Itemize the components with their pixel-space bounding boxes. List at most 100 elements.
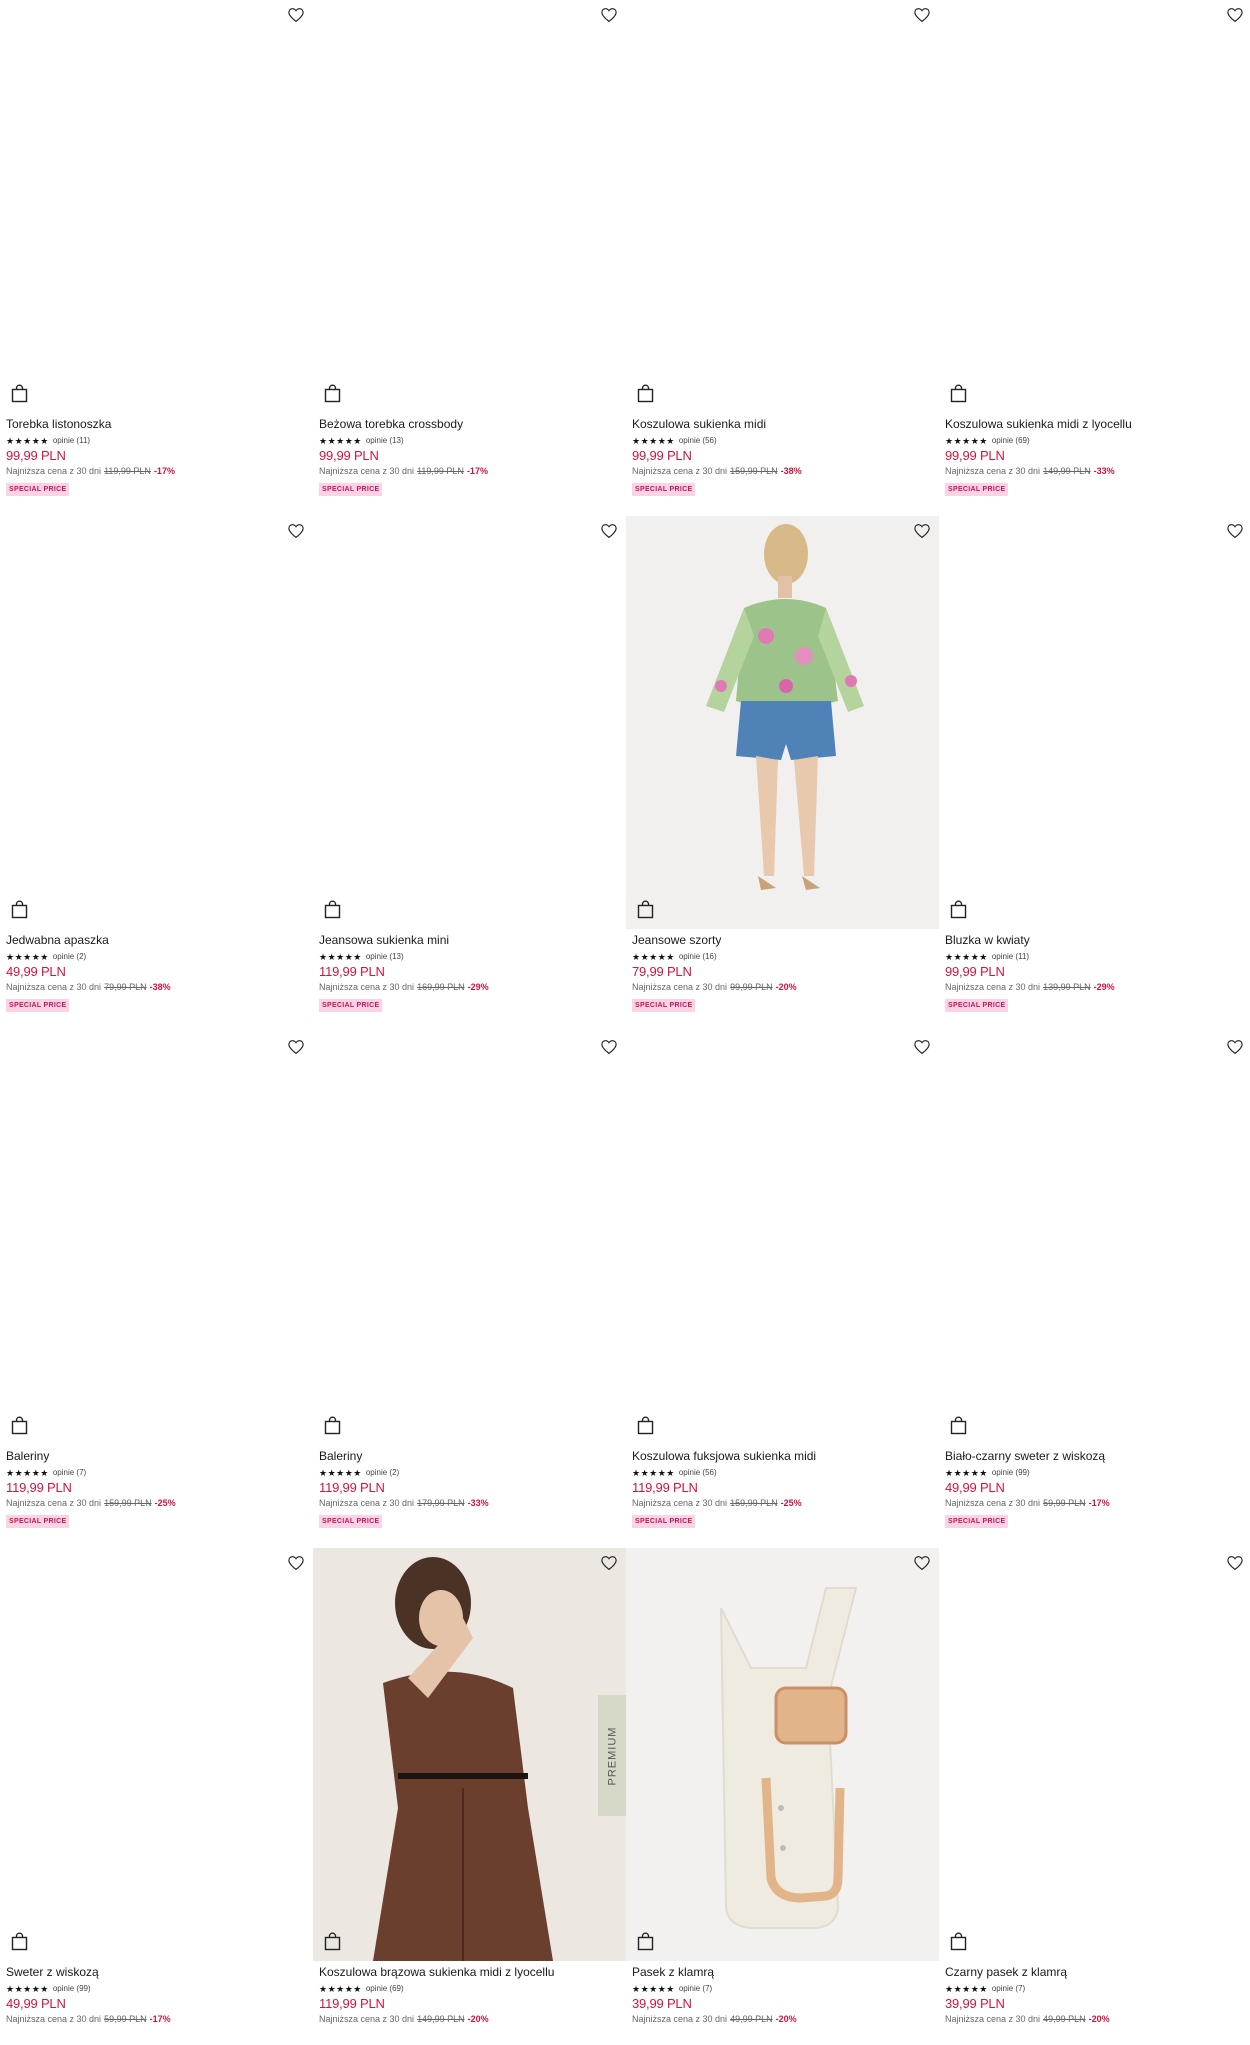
product-card[interactable]: Czarny pasek z klamrą ★★★★★ opinie (7) 3… [939, 1548, 1250, 2045]
product-name[interactable]: Koszulowa sukienka midi z lyocellu [945, 417, 1246, 433]
product-card[interactable]: Koszulowa sukienka midi ★★★★★ opinie (56… [626, 0, 939, 516]
heart-icon[interactable] [600, 1554, 618, 1572]
shopping-bag-icon[interactable] [324, 1932, 341, 1951]
product-card[interactable]: Baleriny ★★★★★ opinie (2) 119,99 PLN Naj… [313, 1032, 626, 1548]
review-count[interactable]: opinie (13) [366, 952, 404, 961]
heart-icon[interactable] [600, 522, 618, 540]
shopping-bag-icon[interactable] [11, 384, 28, 403]
review-count[interactable]: opinie (99) [53, 1984, 91, 1993]
review-count[interactable]: opinie (99) [992, 1468, 1030, 1477]
shopping-bag-icon[interactable] [11, 900, 28, 919]
product-name[interactable]: Jeansowa sukienka mini [319, 933, 620, 949]
product-image[interactable] [626, 1548, 939, 1961]
review-count[interactable]: opinie (2) [366, 1468, 399, 1477]
review-count[interactable]: opinie (11) [53, 436, 90, 445]
product-name[interactable]: Koszulowa sukienka midi [632, 417, 933, 433]
review-count[interactable]: opinie (56) [679, 1468, 717, 1477]
product-image[interactable] [313, 516, 626, 929]
product-image[interactable] [626, 0, 939, 413]
shopping-bag-icon[interactable] [324, 384, 341, 403]
review-count[interactable]: opinie (7) [53, 1468, 86, 1477]
shopping-bag-icon[interactable] [950, 900, 967, 919]
heart-icon[interactable] [1226, 6, 1244, 24]
shopping-bag-icon[interactable] [11, 1416, 28, 1435]
product-card[interactable]: Koszulowa fuksjowa sukienka midi ★★★★★ o… [626, 1032, 939, 1548]
shopping-bag-icon[interactable] [637, 384, 654, 403]
product-image[interactable] [313, 1032, 626, 1445]
heart-icon[interactable] [287, 522, 305, 540]
product-image[interactable] [626, 516, 939, 929]
review-count[interactable]: opinie (11) [992, 952, 1029, 961]
heart-icon[interactable] [287, 1038, 305, 1056]
product-name[interactable]: Bluzka w kwiaty [945, 933, 1246, 949]
product-image[interactable] [0, 1548, 313, 1961]
product-image[interactable] [313, 0, 626, 413]
product-card[interactable]: Biało-czarny sweter z wiskozą ★★★★★ opin… [939, 1032, 1250, 1548]
product-image[interactable] [939, 1548, 1250, 1961]
product-card[interactable]: PREMIUM Koszulowa brązowa sukienka midi … [313, 1548, 626, 2045]
product-card[interactable]: Torebka listonoszka ★★★★★ opinie (11) 99… [0, 0, 313, 516]
product-info: Jeansowa sukienka mini ★★★★★ opinie (13)… [313, 929, 626, 1012]
shopping-bag-icon[interactable] [11, 1932, 28, 1951]
product-name[interactable]: Jedwabna apaszka [6, 933, 307, 949]
product-card[interactable]: Pasek z klamrą ★★★★★ opinie (7) 39,99 PL… [626, 1548, 939, 2045]
discount-percent: -33% [467, 1498, 489, 1508]
product-card[interactable]: Bluzka w kwiaty ★★★★★ opinie (11) 99,99 … [939, 516, 1250, 1032]
discount-percent: -25% [154, 1498, 176, 1508]
heart-icon[interactable] [287, 6, 305, 24]
product-card[interactable]: Jeansowa sukienka mini ★★★★★ opinie (13)… [313, 516, 626, 1032]
heart-icon[interactable] [913, 6, 931, 24]
product-image[interactable] [939, 1032, 1250, 1445]
heart-icon[interactable] [1226, 1038, 1244, 1056]
product-name[interactable]: Beżowa torebka crossbody [319, 417, 620, 433]
heart-icon[interactable] [1226, 1554, 1244, 1572]
product-card[interactable]: Beżowa torebka crossbody ★★★★★ opinie (1… [313, 0, 626, 516]
shopping-bag-icon[interactable] [324, 900, 341, 919]
product-name[interactable]: Czarny pasek z klamrą [945, 1965, 1246, 1981]
heart-icon[interactable] [600, 1038, 618, 1056]
shopping-bag-icon[interactable] [637, 1416, 654, 1435]
shopping-bag-icon[interactable] [950, 1932, 967, 1951]
product-name[interactable]: Torebka listonoszka [6, 417, 307, 433]
review-count[interactable]: opinie (56) [679, 436, 717, 445]
product-name[interactable]: Sweter z wiskozą [6, 1965, 307, 1981]
review-count[interactable]: opinie (7) [679, 1984, 712, 1993]
lowest-price-label: Najniższa cena z 30 dni [6, 1498, 102, 1508]
review-count[interactable]: opinie (69) [992, 436, 1030, 445]
heart-icon[interactable] [913, 1554, 931, 1572]
heart-icon[interactable] [1226, 522, 1244, 540]
review-count[interactable]: opinie (7) [992, 1984, 1025, 1993]
heart-icon[interactable] [287, 1554, 305, 1572]
product-card[interactable]: Baleriny ★★★★★ opinie (7) 119,99 PLN Naj… [0, 1032, 313, 1548]
review-count[interactable]: opinie (2) [53, 952, 86, 961]
shopping-bag-icon[interactable] [324, 1416, 341, 1435]
product-card[interactable]: Sweter z wiskozą ★★★★★ opinie (99) 49,99… [0, 1548, 313, 2045]
review-count[interactable]: opinie (13) [366, 436, 404, 445]
heart-icon[interactable] [600, 6, 618, 24]
product-name[interactable]: Biało-czarny sweter z wiskozą [945, 1449, 1246, 1465]
product-card[interactable]: Jedwabna apaszka ★★★★★ opinie (2) 49,99 … [0, 516, 313, 1032]
product-image[interactable]: PREMIUM [313, 1548, 626, 1961]
review-count[interactable]: opinie (69) [366, 1984, 404, 1993]
product-name[interactable]: Pasek z klamrą [632, 1965, 933, 1981]
product-card[interactable]: Koszulowa sukienka midi z lyocellu ★★★★★… [939, 0, 1250, 516]
product-image[interactable] [939, 0, 1250, 413]
product-image[interactable] [0, 1032, 313, 1445]
product-image[interactable] [0, 516, 313, 929]
product-image[interactable] [0, 0, 313, 413]
shopping-bag-icon[interactable] [637, 1932, 654, 1951]
shopping-bag-icon[interactable] [637, 900, 654, 919]
product-card[interactable]: Jeansowe szorty ★★★★★ opinie (16) 79,99 … [626, 516, 939, 1032]
review-count[interactable]: opinie (16) [679, 952, 717, 961]
product-name[interactable]: Koszulowa brązowa sukienka midi z lyocel… [319, 1965, 620, 1981]
product-name[interactable]: Jeansowe szorty [632, 933, 933, 949]
heart-icon[interactable] [913, 522, 931, 540]
shopping-bag-icon[interactable] [950, 384, 967, 403]
product-image[interactable] [626, 1032, 939, 1445]
product-image[interactable] [939, 516, 1250, 929]
product-name[interactable]: Baleriny [6, 1449, 307, 1465]
product-name[interactable]: Baleriny [319, 1449, 620, 1465]
product-name[interactable]: Koszulowa fuksjowa sukienka midi [632, 1449, 933, 1465]
heart-icon[interactable] [913, 1038, 931, 1056]
shopping-bag-icon[interactable] [950, 1416, 967, 1435]
